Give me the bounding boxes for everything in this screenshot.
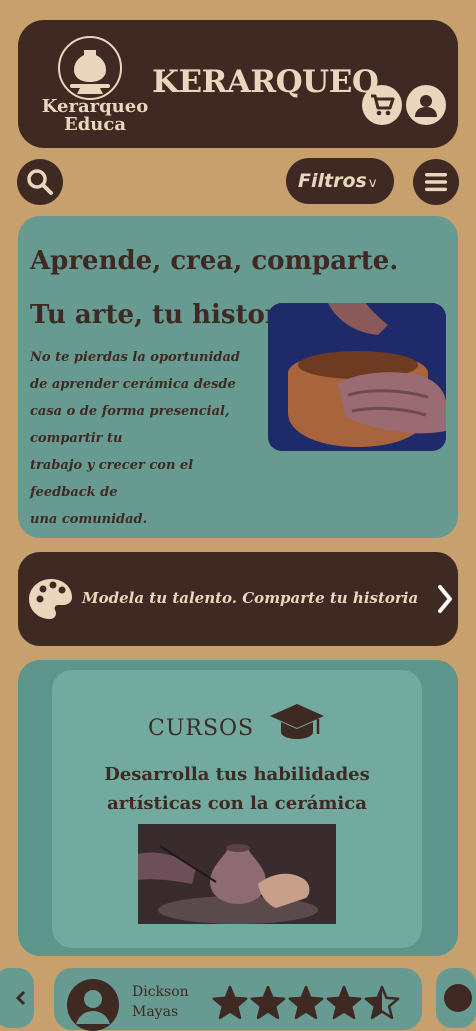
cta-text: Modela tu talento. Comparte tu historia	[82, 589, 419, 607]
palette-icon	[29, 579, 72, 619]
hero-description: No te pierdas la oportunidad de aprender…	[30, 344, 262, 533]
chevron-left-icon	[15, 990, 26, 1006]
logo-text: Kerarqueo Educa	[36, 98, 154, 134]
cart-icon	[371, 94, 395, 116]
reviewer-name: Dickson Mayas	[132, 982, 212, 1022]
star-icon	[250, 985, 286, 1020]
reviewer-first-name: Dickson	[132, 984, 189, 1000]
hero-text-line: una comunidad.	[30, 512, 148, 527]
filters-button[interactable]: Filtros v	[286, 158, 394, 204]
graduation-cap-icon	[270, 704, 324, 739]
hero-text-line: de aprender cerámica desde	[30, 377, 236, 392]
courses-subtitle: Desarrolla tus habilidades artísticas co…	[104, 764, 370, 814]
previous-review-card[interactable]	[0, 968, 34, 1028]
chevron-right-icon[interactable]	[438, 585, 452, 613]
avatar-icon	[444, 984, 472, 1012]
reviewer-last-name: Mayas	[132, 1004, 179, 1020]
rating-stars	[212, 985, 400, 1020]
hero-text-line: compartir tu	[30, 431, 123, 446]
search-button[interactable]	[17, 159, 63, 205]
hero-text-line: trabajo y crecer con el	[30, 458, 194, 473]
hero-card: Aprende, crea, comparte. Tu arte, tu his…	[18, 216, 458, 538]
logo-line-2: Educa	[63, 114, 126, 135]
star-icon	[212, 985, 248, 1020]
hero-text-line: No te pierdas la oportunidad	[30, 350, 241, 365]
hero-text-line: casa o de forma presencial,	[30, 404, 230, 419]
cart-button[interactable]	[362, 85, 402, 125]
cta-banner[interactable]: Modela tu talento. Comparte tu historia	[18, 552, 458, 646]
reviews-carousel: Dickson Mayas	[0, 968, 476, 1031]
search-icon	[27, 169, 53, 195]
header-banner: Kerarqueo Educa KERARQUEO	[18, 20, 458, 148]
star-icon	[288, 985, 324, 1020]
next-review-card[interactable]	[436, 968, 476, 1028]
user-account-button[interactable]	[406, 85, 446, 125]
hero-text-line: feedback de	[30, 485, 118, 500]
user-icon	[415, 95, 437, 117]
avatar	[67, 979, 119, 1031]
hamburger-menu-icon	[425, 173, 447, 192]
pottery-hands-image	[268, 303, 446, 451]
pottery-wheel-image	[138, 824, 336, 924]
brand-title[interactable]: KERARQUEO	[152, 64, 379, 100]
pottery-logo-icon[interactable]	[58, 36, 122, 100]
review-card[interactable]: Dickson Mayas	[54, 968, 422, 1031]
chevron-down-icon: v	[368, 176, 377, 191]
courses-section: CURSOS Desarrolla tus habilidades artíst…	[18, 660, 458, 956]
star-icon	[326, 985, 362, 1020]
menu-button[interactable]	[413, 159, 459, 205]
courses-title: CURSOS	[148, 716, 255, 741]
courses-card[interactable]: CURSOS Desarrolla tus habilidades artíst…	[52, 670, 422, 948]
filters-label: Filtros	[298, 170, 367, 192]
